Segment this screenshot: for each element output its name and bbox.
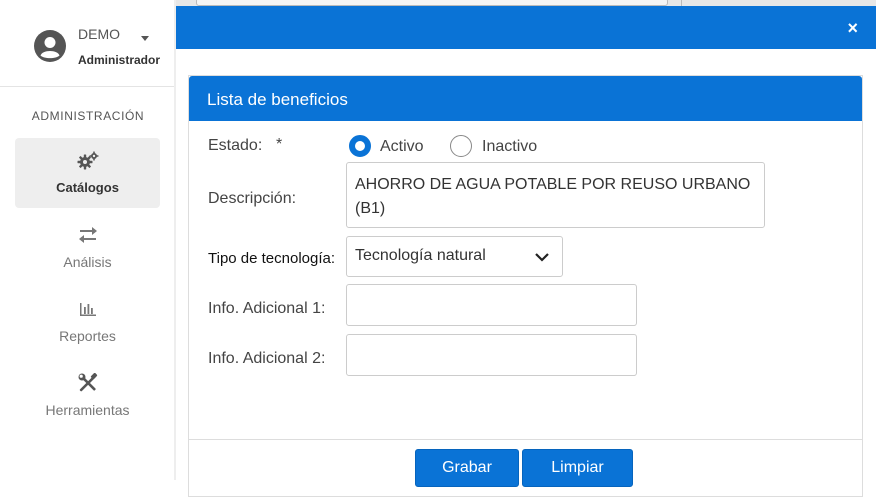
sidebar-section-title: ADMINISTRACIÓN [31,109,145,123]
exchange-icon [15,225,160,245]
modal-header: × [176,6,876,49]
panel-footer: Grabar Limpiar [189,439,862,497]
close-icon[interactable]: × [847,19,858,37]
tools-icon [15,373,160,393]
caret-down-icon[interactable] [141,36,149,41]
sidebar-item-reportes[interactable]: Reportes [15,286,160,356]
user-panel[interactable]: DEMO Administrador [0,0,176,87]
info-adicional-1-label: Info. Adicional 1: [208,300,326,317]
panel-header: Lista de beneficios [189,76,862,121]
chevron-down-icon [535,253,549,262]
sidebar-item-label: Reportes [59,328,116,344]
sidebar-item-label: Análisis [63,254,112,270]
sidebar-item-catalogos[interactable]: Catálogos [15,138,160,208]
panel-title: Lista de beneficios [207,90,348,109]
sidebar-item-herramientas[interactable]: Herramientas [15,360,160,430]
clear-button[interactable]: Limpiar [522,449,633,487]
info-adicional-1-input[interactable] [346,284,637,326]
save-button[interactable]: Grabar [415,449,519,487]
info-adicional-2-label: Info. Adicional 2: [208,350,326,367]
user-name: DEMO [78,26,120,42]
required-mark: * [276,136,283,153]
user-role: Administrador [78,53,161,67]
sidebar-item-label: Catálogos [56,180,119,195]
sidebar-item-analisis[interactable]: Análisis [15,212,160,282]
estado-inactivo-radio[interactable] [450,135,472,157]
info-adicional-2-input[interactable] [346,334,637,376]
tipo-tecnologia-value: Tecnología natural [355,247,486,264]
bar-chart-icon [15,299,160,319]
descripcion-textarea[interactable]: AHORRO DE AGUA POTABLE POR REUSO URBANO … [346,162,765,228]
user-avatar-icon [34,30,66,62]
estado-activo-label[interactable]: Activo [380,138,424,156]
descripcion-label: Descripción: [208,190,297,207]
estado-label: Estado: [208,137,263,154]
sidebar-item-label: Herramientas [45,402,130,418]
estado-activo-radio[interactable] [349,135,371,157]
estado-inactivo-label[interactable]: Inactivo [482,138,537,156]
gears-icon [15,151,160,171]
benefits-form-panel: Lista de beneficios Estado: * Activo Ina… [188,75,863,497]
tipo-tecnologia-select[interactable]: Tecnología natural [346,236,563,277]
tipo-tecnologia-label: Tipo de tecnología: [208,250,336,267]
sidebar: DEMO Administrador ADMINISTRACIÓN Catálo… [0,0,176,501]
